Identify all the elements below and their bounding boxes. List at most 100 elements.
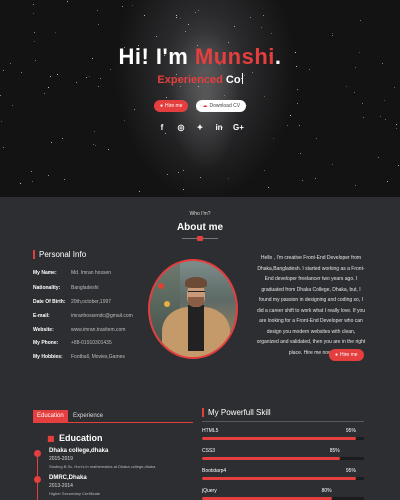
star-decoration [332, 34, 334, 36]
star-decoration [50, 142, 52, 144]
skill-percent: 95% [345, 468, 356, 474]
star-decoration [97, 9, 99, 11]
star-decoration [34, 31, 36, 33]
star-decoration [185, 30, 187, 32]
star-decoration [180, 17, 182, 19]
star-decoration [63, 179, 65, 181]
education-desc: Higher Secondary Certificate [49, 491, 101, 496]
info-value: www.imran.trasitem.com [71, 327, 126, 333]
cloud-download-icon: ☁ [202, 103, 208, 109]
facebook-icon[interactable]: f [157, 123, 167, 132]
star-decoration [197, 10, 199, 12]
skill-name: Bootstarp4 [202, 468, 227, 474]
star-decoration [314, 178, 316, 180]
star-decoration [387, 180, 389, 182]
star-decoration [249, 16, 251, 18]
star-decoration [272, 137, 274, 139]
about-hire-me-button[interactable]: ● Hire me [329, 349, 364, 361]
star-decoration [33, 13, 35, 15]
skill-percent: 95% [345, 428, 356, 434]
star-decoration [132, 5, 134, 7]
education-desc: Studing B.Sc. Hon's in mathematics at Dh… [49, 464, 156, 469]
star-decoration [123, 120, 125, 122]
skill-name: HTML5 [202, 428, 219, 434]
star-decoration [264, 95, 266, 97]
user-icon: ● [159, 103, 163, 109]
skill-percent: 85% [329, 448, 340, 454]
download-cv-button[interactable]: ☁ Download CV [196, 100, 247, 112]
star-decoration [48, 86, 50, 88]
star-decoration [332, 32, 334, 34]
star-decoration [227, 42, 229, 43]
info-value: +88-01910301435 [71, 340, 112, 346]
star-decoration [61, 137, 63, 139]
star-decoration [0, 94, 2, 96]
tab-experience[interactable]: Experience [69, 410, 107, 423]
info-value: Football, Movies,Games [71, 354, 125, 360]
star-decoration [138, 190, 140, 192]
star-decoration [98, 23, 100, 25]
star-decoration [261, 26, 263, 28]
education-years: 2015-2019 [49, 456, 73, 462]
hero-background-figure [150, 0, 260, 197]
hire-me-button[interactable]: ● Hire me [153, 100, 189, 112]
star-decoration [1, 120, 3, 122]
info-key: My Hobbies: [33, 354, 63, 360]
skill-name: jQuery [202, 488, 217, 494]
skill-bar-fill [202, 457, 340, 460]
star-decoration [43, 93, 45, 95]
info-key: Date Of Birth: [33, 299, 66, 305]
star-decoration [360, 20, 362, 22]
title-divider-accent [197, 236, 203, 241]
star-decoration [176, 14, 178, 16]
star-decoration [199, 176, 201, 178]
skill-bar-track [202, 477, 364, 480]
typed-suffix: Co [225, 74, 241, 86]
star-decoration [93, 144, 95, 146]
star-decoration [108, 149, 110, 151]
timeline-dot [34, 450, 41, 457]
skills-divider [202, 421, 364, 422]
star-decoration [301, 180, 303, 182]
info-key: My Phone: [33, 340, 59, 346]
hero-title: Hi! I'm Munshi. [0, 44, 400, 70]
star-decoration [31, 171, 33, 173]
hero-typed-text: Experienced Co [0, 73, 400, 86]
info-key: E-mail: [33, 313, 50, 319]
star-decoration [296, 88, 298, 90]
info-value: 20th,october,1997 [71, 299, 112, 305]
star-decoration [97, 86, 99, 88]
education-title: Education [59, 433, 103, 443]
info-key: Website: [33, 327, 54, 333]
skill-bar-track [202, 437, 364, 440]
skills-title: My Powerfull Skill [202, 408, 271, 417]
star-decoration [121, 5, 123, 7]
info-key: Nationality: [33, 285, 61, 291]
education-tabs: Education Experience [33, 410, 193, 423]
user-icon: ● [335, 352, 339, 358]
star-decoration [177, 172, 179, 174]
info-key: My Name: [33, 270, 57, 276]
timeline-line [37, 450, 38, 500]
twitter-icon[interactable]: ✦ [195, 123, 205, 132]
education-item: Dhaka college,dhaka 2015-2019 Studing B.… [49, 447, 155, 470]
about-bio: Hello , I'm creative Front-End Developer… [256, 255, 366, 356]
star-decoration [394, 86, 396, 88]
star-decoration [270, 32, 272, 34]
star-decoration [182, 170, 184, 172]
linkedin-icon[interactable]: in [214, 123, 224, 132]
graduation-cap-icon: ■ [47, 434, 55, 443]
tab-education[interactable]: Education [33, 410, 68, 423]
hero-greeting: Hi! I'm [118, 44, 195, 69]
star-decoration [397, 165, 399, 167]
about-pretitle: Who I'm? [189, 211, 211, 217]
profile-portrait [148, 259, 238, 359]
instagram-icon[interactable]: ◎ [176, 123, 186, 132]
star-decoration [3, 147, 5, 149]
google-plus-icon[interactable]: G+ [233, 123, 244, 132]
star-decoration [268, 187, 270, 189]
hero-name-suffix: . [274, 44, 282, 69]
star-decoration [384, 118, 386, 120]
star-decoration [20, 183, 22, 185]
skill-percent: 80% [321, 488, 332, 494]
